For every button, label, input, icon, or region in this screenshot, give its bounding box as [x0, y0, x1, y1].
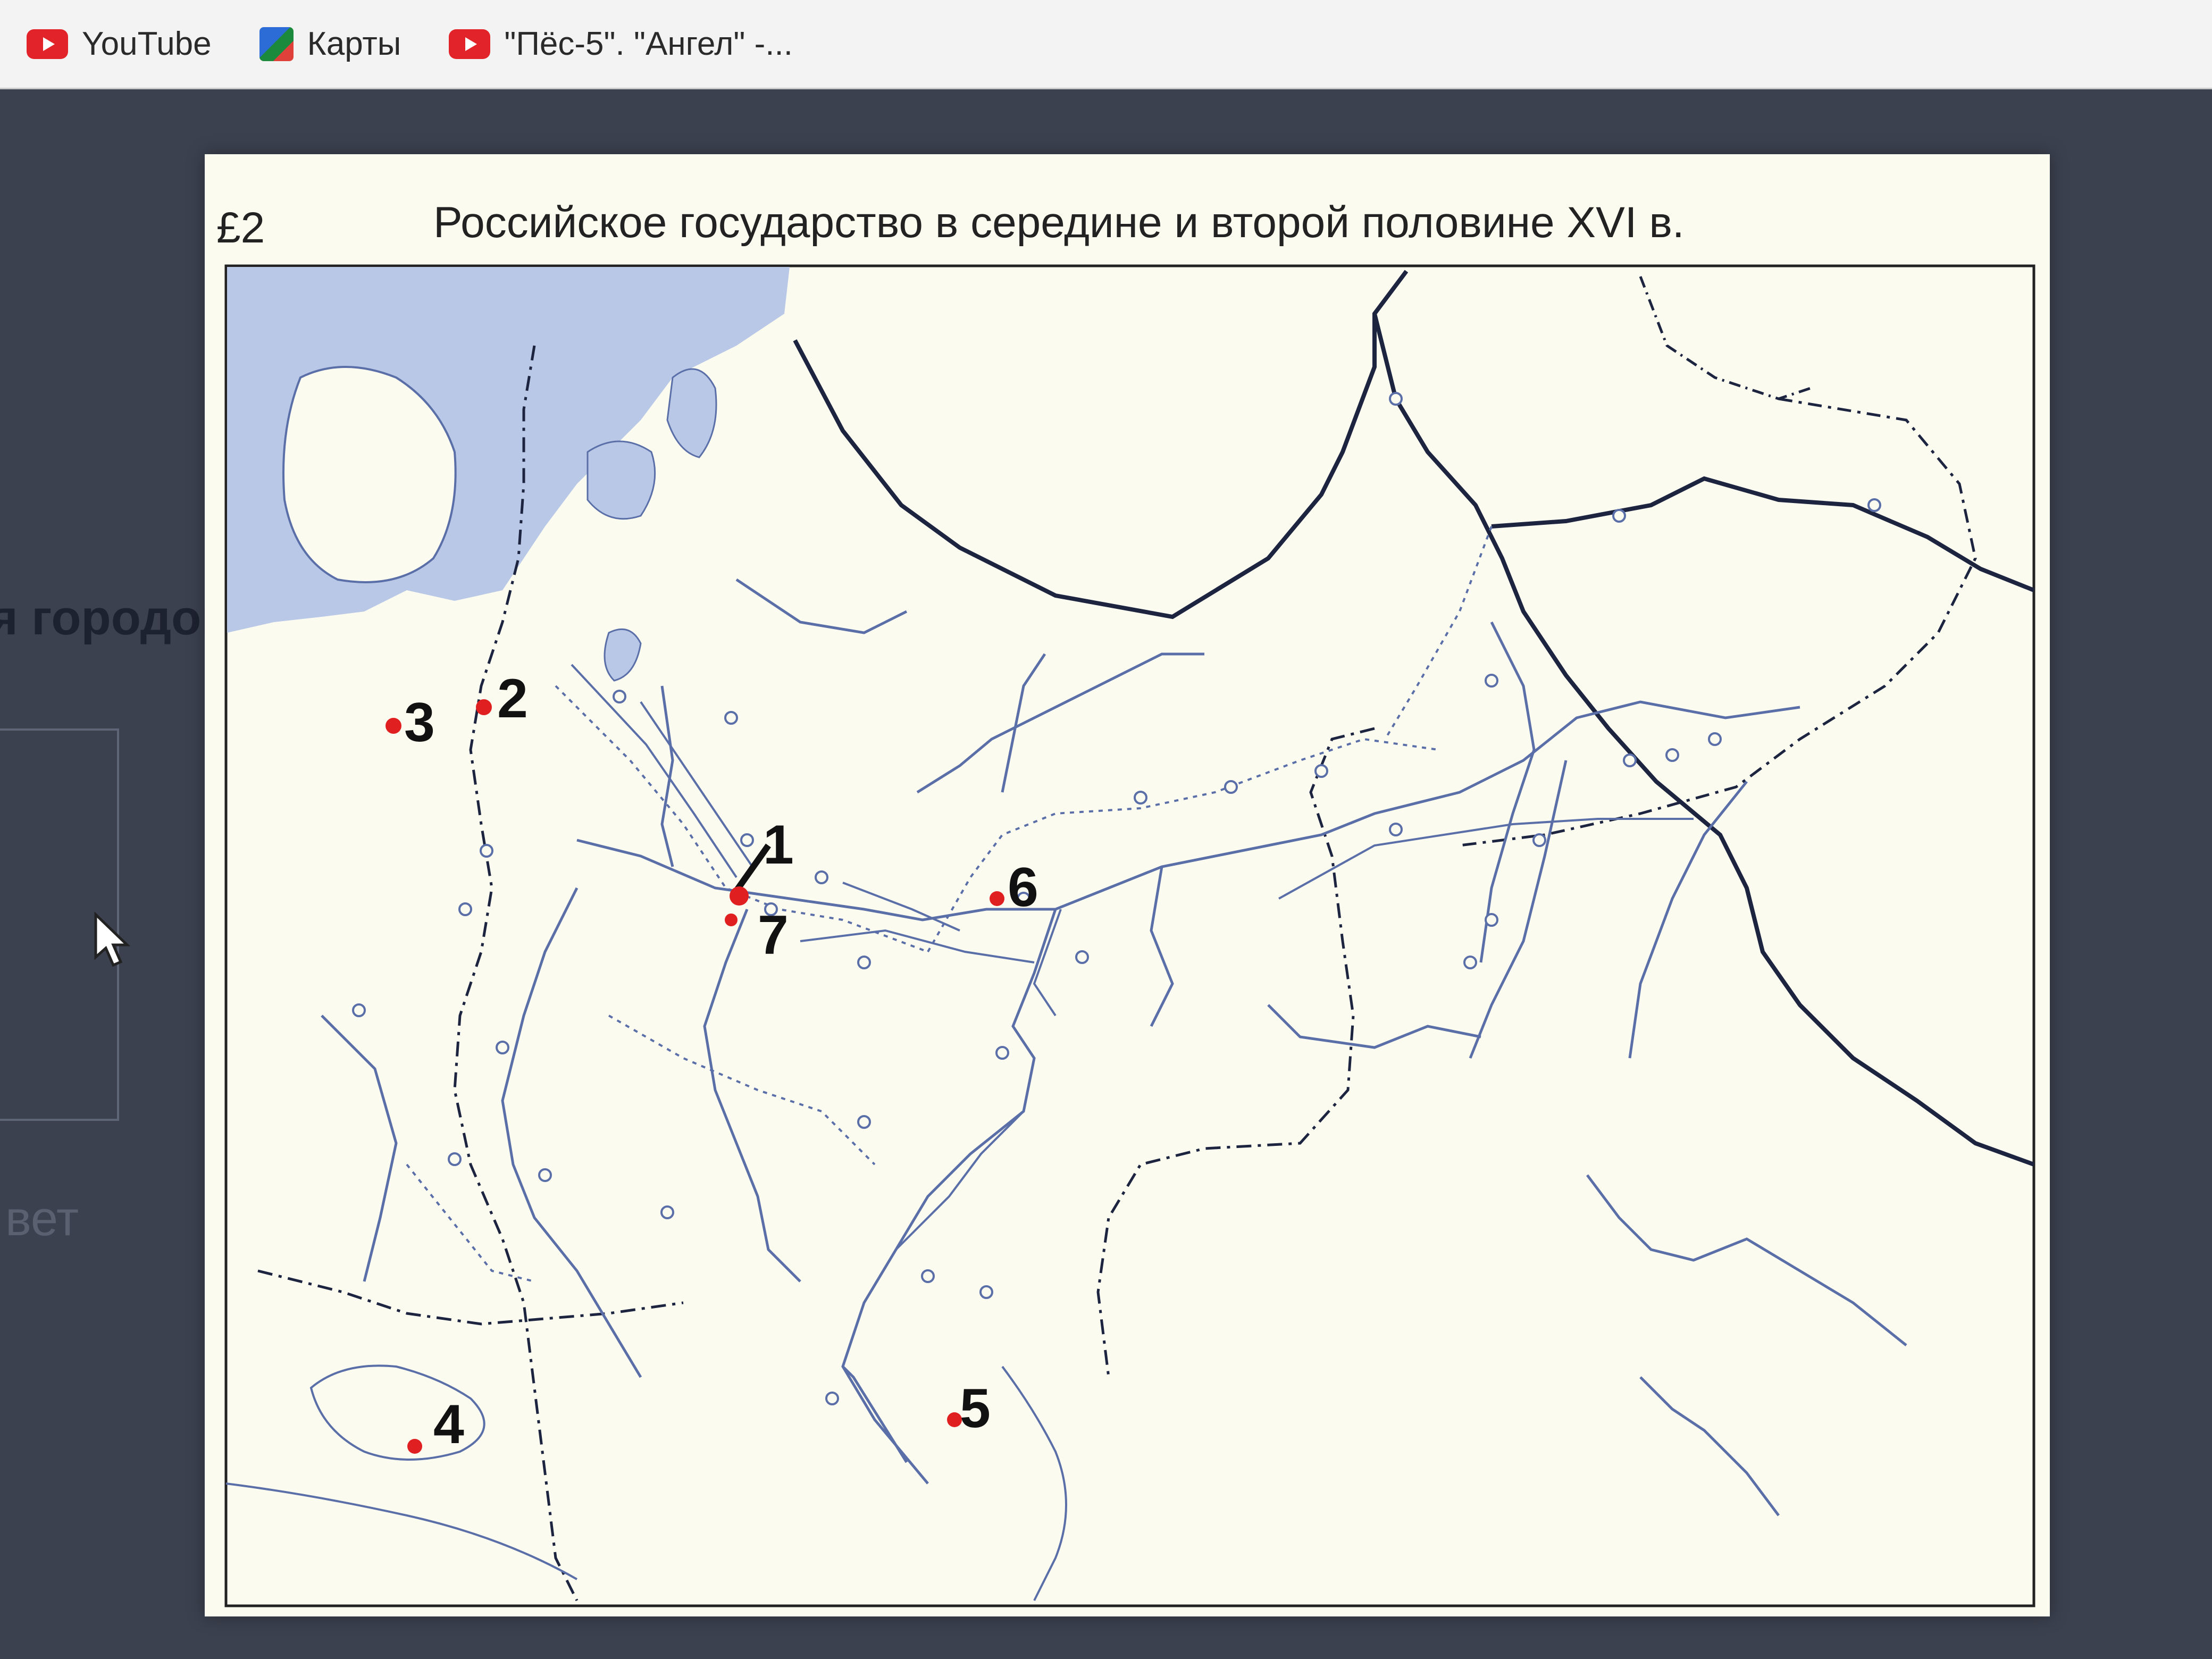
marker-label: 3: [404, 692, 435, 753]
marker-2: [476, 699, 492, 715]
bookmark-label: "Пёс-5". "Ангел" -...: [504, 26, 793, 62]
mouse-cursor-icon: [94, 912, 130, 967]
background-heading: я городов: [0, 591, 231, 645]
marker-6: [990, 891, 1004, 906]
youtube-icon: [449, 29, 491, 59]
marker-3: [386, 718, 401, 734]
bookmarks-bar: YouTube Карты "Пёс-5". "Ангел" -...: [0, 0, 2212, 89]
marker-label: 6: [1008, 857, 1038, 918]
maps-icon: [259, 27, 294, 61]
marker-label: 7: [758, 904, 789, 966]
background-fragment: вет: [5, 1192, 79, 1246]
youtube-icon: [27, 29, 68, 59]
bookmark-maps[interactable]: Карты: [259, 12, 401, 76]
marker-7: [725, 914, 738, 926]
lake-ladoga: [586, 440, 656, 520]
marker-4: [407, 1439, 422, 1454]
marker-1: [730, 886, 749, 906]
bookmark-video[interactable]: "Пёс-5". "Ангел" -...: [449, 12, 793, 76]
bookmark-label: Карты: [307, 26, 401, 62]
marker-label: 4: [433, 1394, 464, 1455]
marker-label: 5: [960, 1378, 991, 1439]
bookmark-youtube[interactable]: YouTube: [27, 12, 212, 76]
bookmark-label: YouTube: [82, 26, 212, 62]
marker-label: 2: [497, 668, 528, 730]
map-image: £2 Российское государство в середине и в…: [205, 154, 2050, 1616]
map-drawing: [224, 264, 2035, 1607]
marker-label: 1: [763, 814, 794, 876]
